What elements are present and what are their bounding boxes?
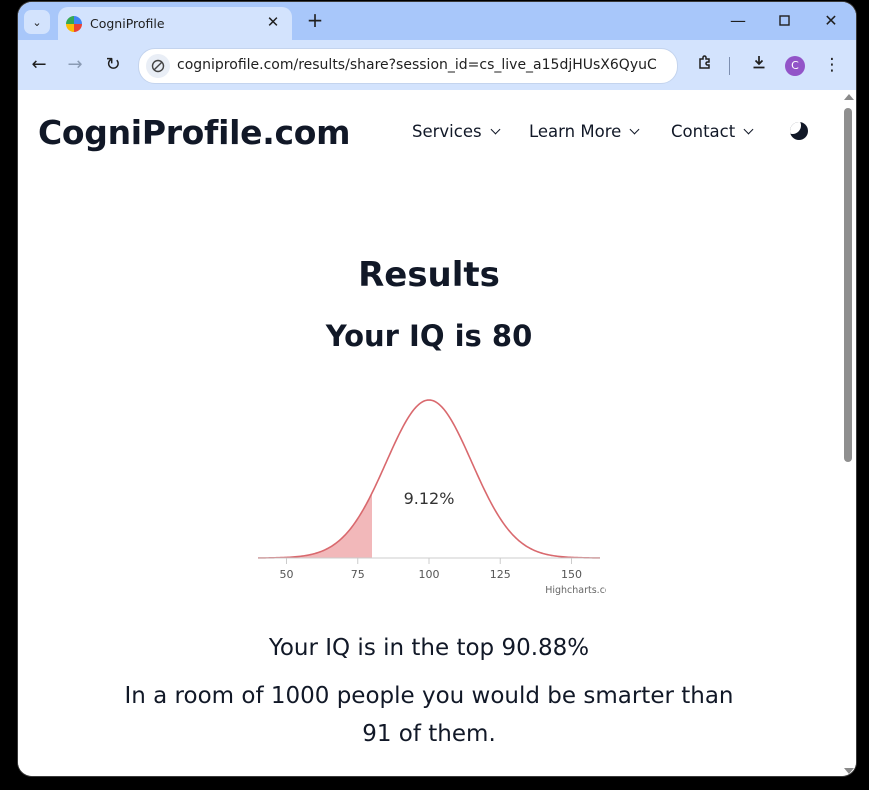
chart-credits[interactable]: Highcharts.com [545,585,606,596]
nav-learn-more-label: Learn More [529,122,622,141]
x-tick-label: 50 [280,568,294,581]
shaded-area [258,493,372,558]
x-tick-label: 75 [351,568,365,581]
address-bar[interactable]: cogniprofile.com/results/share?session_i… [138,48,678,84]
chevron-down-icon [490,124,501,135]
dark-mode-moon-icon[interactable] [790,122,808,140]
room-text-line-2: 91 of them. [362,721,496,747]
maximize-icon[interactable] [771,9,797,33]
room-comparison-text: In a room of 1000 people you would be sm… [18,677,840,753]
iq-distribution-chart: 50 75 100 125 150 9.12% Highcharts.com [257,399,606,596]
nav-learn-more[interactable]: Learn More [529,122,640,141]
bell-curve-line [257,399,601,559]
browser-toolbar: ← → ↻ cogniprofile.com/results/share?ses… [18,40,856,90]
scrollbar[interactable] [840,90,856,776]
nav-services-label: Services [412,122,482,141]
profile-avatar[interactable]: C [785,56,805,76]
download-icon[interactable] [746,52,772,78]
top-percent-text: Your IQ is in the top 90.88% [268,635,590,661]
scroll-down-arrow-icon[interactable] [844,768,854,774]
room-text-line-1: In a room of 1000 people you would be sm… [124,683,734,709]
site-logo[interactable]: CogniProfile.com [38,113,350,152]
site-info-icon[interactable] [146,54,170,78]
page-content: CogniProfile.com Services Learn More Con… [18,90,840,776]
menu-icon[interactable]: ⋮ [819,52,845,78]
results-title: Results [358,255,500,295]
iq-heading: Your IQ is 80 [325,319,533,353]
x-tick-label: 150 [561,568,582,581]
tab-title: CogniProfile [90,16,165,31]
new-tab-button[interactable]: + [304,10,326,32]
tab-active[interactable]: CogniProfile ✕ [58,7,292,40]
chevron-down-icon: ⌄ [32,15,42,29]
minimize-icon[interactable]: — [725,9,751,33]
nav-services[interactable]: Services [412,122,501,141]
shaded-percent-label: 9.12% [404,489,455,508]
x-tick-label: 125 [490,568,511,581]
toolbar-separator [729,57,730,75]
tab-strip: ⌄ CogniProfile ✕ + — ✕ [18,2,856,40]
nav-contact-label: Contact [671,122,736,141]
scroll-up-arrow-icon[interactable] [844,94,854,100]
reload-icon[interactable]: ↻ [100,52,126,78]
tab-search-button[interactable]: ⌄ [24,10,50,34]
chevron-down-icon [629,124,640,135]
back-icon[interactable]: ← [26,52,52,78]
favicon-icon [66,16,82,32]
extensions-icon[interactable] [692,52,718,78]
close-tab-icon[interactable]: ✕ [264,13,282,31]
chevron-down-icon [743,124,754,135]
scroll-thumb[interactable] [844,108,852,462]
nav-contact[interactable]: Contact [671,122,754,141]
forward-icon[interactable]: → [62,52,88,78]
url-text[interactable]: cogniprofile.com/results/share?session_i… [177,57,657,73]
close-window-icon[interactable]: ✕ [818,9,844,33]
x-tick-label: 100 [419,568,440,581]
browser-window: ⌄ CogniProfile ✕ + — ✕ ← → ↻ cogniprofil… [18,2,856,776]
